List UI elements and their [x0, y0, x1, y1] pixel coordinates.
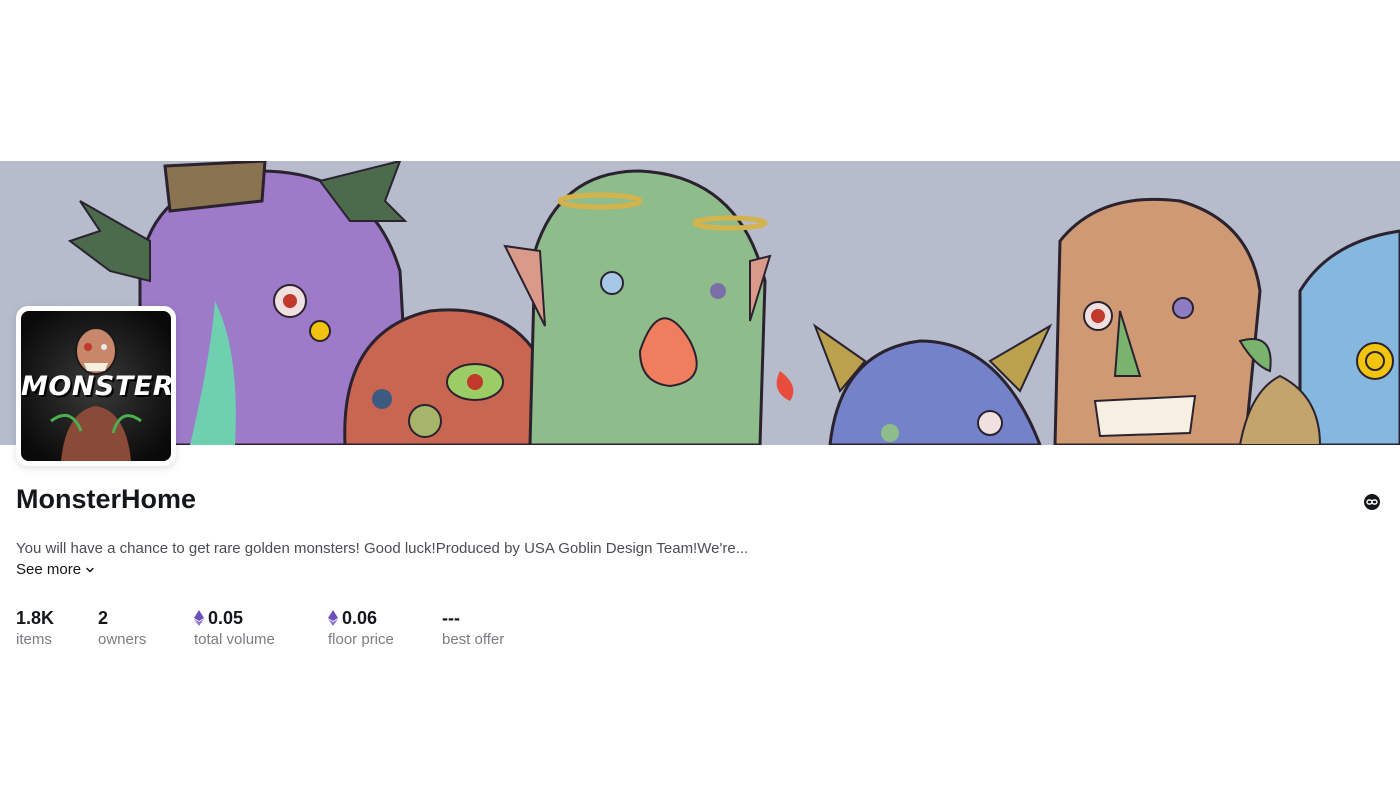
- see-more-toggle[interactable]: See more: [16, 560, 95, 580]
- stat-value: 0.06: [328, 607, 394, 629]
- chevron-down-icon: [86, 567, 94, 573]
- collection-page: MONSTER MonsterHome You will have a chan…: [0, 0, 1400, 799]
- stat-items: 1.8K items: [16, 607, 54, 650]
- stat-total-volume-value: 0.05: [208, 608, 244, 628]
- link-icon: [1364, 494, 1380, 510]
- stat-items-value: 1.8K: [16, 608, 55, 628]
- stat-floor-price: 0.06 floor price: [328, 607, 394, 650]
- stat-total-volume: 0.05 total volume: [194, 607, 275, 650]
- stat-floor-price-value: 0.06: [342, 608, 378, 628]
- stat-floor-price-label: floor price: [328, 631, 394, 648]
- see-more-label: See more: [16, 561, 82, 578]
- stat-value: 2: [98, 607, 146, 629]
- collection-banner: [0, 161, 1400, 445]
- ethereum-icon: [194, 610, 204, 626]
- stat-value: 0.05: [194, 607, 275, 629]
- avatar-logo-text: MONSTER: [21, 371, 171, 402]
- collection-title: MonsterHome: [16, 484, 197, 514]
- stat-best-offer-value: ---: [442, 608, 460, 628]
- stat-items-label: items: [16, 631, 52, 648]
- banner-illustration: [0, 161, 1400, 445]
- stat-owners: 2 owners: [98, 607, 146, 650]
- collection-description: You will have a chance to get rare golde…: [16, 540, 749, 557]
- link-button[interactable]: [1363, 493, 1381, 511]
- stat-best-offer: --- best offer: [442, 607, 504, 650]
- stat-owners-label: owners: [98, 631, 147, 648]
- collection-avatar-frame: MONSTER: [16, 306, 176, 466]
- stat-owners-value: 2: [98, 608, 109, 628]
- stat-best-offer-label: best offer: [442, 631, 505, 648]
- collection-avatar: MONSTER: [21, 311, 171, 461]
- stat-value: ---: [442, 607, 504, 629]
- stat-value: 1.8K: [16, 607, 54, 629]
- stat-total-volume-label: total volume: [194, 631, 275, 648]
- ethereum-icon: [328, 610, 338, 626]
